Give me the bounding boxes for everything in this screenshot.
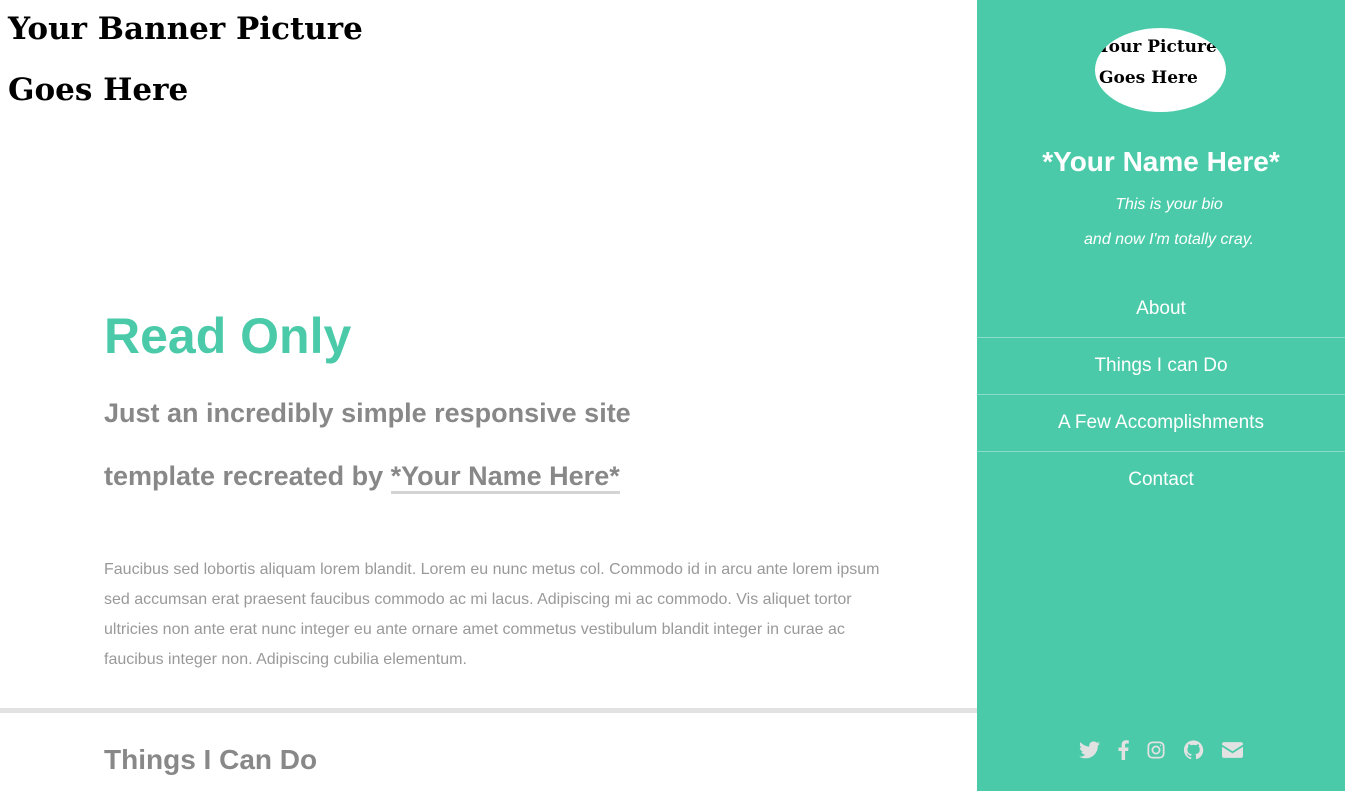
twitter-icon[interactable] (1079, 741, 1100, 759)
avatar: Your Picture Goes Here (1095, 28, 1226, 112)
banner-line-2: Goes Here (8, 72, 189, 108)
nav-item-about[interactable]: About (977, 281, 1345, 338)
section-divider (0, 708, 977, 713)
nav-item-contact[interactable]: Contact (977, 452, 1345, 509)
main-content: Your Banner Picture Goes Here Read Only … (0, 0, 977, 791)
facebook-icon[interactable] (1118, 740, 1129, 760)
sidebar-nav: About Things I can Do A Few Accomplishme… (977, 281, 1345, 509)
profile-name: *Your Name Here* (1042, 146, 1280, 177)
hero-title: Read Only (104, 308, 352, 364)
avatar-line-1: Your Picture (1098, 37, 1217, 57)
avatar-line-2: Goes Here (1099, 68, 1198, 88)
social-links (977, 740, 1345, 770)
github-icon[interactable] (1183, 740, 1204, 760)
banner-picture-placeholder: Your Banner Picture Goes Here (8, 8, 428, 121)
profile-bio: This is your bio and now I'm totally cra… (977, 187, 1345, 257)
tagline-line-1: Just an incredibly simple responsive sit… (104, 398, 631, 428)
sidebar: Your Picture Goes Here *Your Name Here* … (977, 0, 1345, 791)
hero-tagline: Just an incredibly simple responsive sit… (104, 382, 744, 508)
email-icon[interactable] (1222, 742, 1243, 758)
bio-line-1: This is your bio (1115, 196, 1223, 213)
nav-item-accomplishments[interactable]: A Few Accomplishments (977, 395, 1345, 452)
tagline-line-2: template recreated by *Your Name Here* (104, 445, 744, 508)
instagram-icon[interactable] (1147, 741, 1165, 759)
intro-paragraph: Faucibus sed lobortis aliquam lorem blan… (104, 561, 880, 668)
section-title: Things I Can Do (104, 744, 318, 775)
author-link[interactable]: *Your Name Here* (390, 461, 620, 494)
bio-line-2: and now I'm totally cray. (1084, 231, 1254, 248)
banner-line-1: Your Banner Picture (8, 11, 363, 47)
nav-item-things-i-can-do[interactable]: Things I can Do (977, 338, 1345, 395)
tagline-prefix: template recreated by (104, 461, 391, 491)
